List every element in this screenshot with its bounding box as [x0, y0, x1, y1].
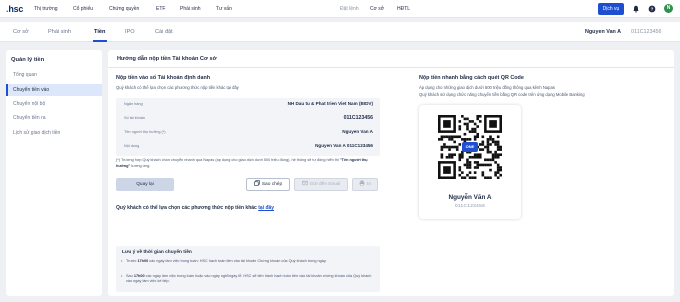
- printer-icon: [359, 180, 365, 186]
- page-title: Hướng dẫn nộp tiền Tài khoản Cơ sở: [117, 56, 217, 62]
- nav-tu-van[interactable]: Tư vấn: [216, 6, 232, 12]
- deposit-guide-panel: Hướng dẫn nộp tiền Tài khoản Cơ sở Nộp t…: [108, 50, 674, 296]
- qr-beneficiary-name: Nguyễn Văn A: [448, 194, 492, 201]
- tab-cai-dat[interactable]: Cài đặt: [155, 29, 173, 35]
- bank-row: Ngân hàng NH Dau tu & Phat trien Viet Na…: [116, 98, 380, 112]
- nav-thi-truong[interactable]: Thị trường: [34, 6, 58, 12]
- bank-label: Ngân hàng: [124, 102, 143, 106]
- content-label: Nội dung: [124, 144, 140, 148]
- bank-value: NH Dau tu & Phat trien Viet Nam (BIDV): [287, 101, 373, 106]
- transfer-time-notice: Lưu ý về thời gian chuyển tiền Trước 17h…: [116, 246, 380, 292]
- tab-co-so[interactable]: Cơ sở: [13, 29, 29, 35]
- sidebar-item-lich-su[interactable]: Lịch sử giao dịch tiền: [6, 127, 102, 139]
- time-notice-before: Trước 17h00 các ngày làm việc trong tuần…: [121, 259, 376, 265]
- print-button[interactable]: In: [352, 178, 378, 191]
- va-section-title: Nộp tiền vào số Tài khoản định danh: [116, 75, 211, 81]
- sidebar-item-chuyen-tien-ra[interactable]: Chuyển tiền ra: [6, 112, 102, 124]
- other-methods-text: Quý khách có thể lựa chọn các phương thứ…: [116, 205, 275, 211]
- qr-bank-badge: ONE: [462, 142, 478, 152]
- sidebar-item-chuyen-noi-bo[interactable]: Chuyển nội bộ: [6, 98, 102, 110]
- napas-note: (*) Trường hợp Quý khách chọn chuyển nha…: [116, 158, 368, 168]
- nav-co-phieu[interactable]: Cổ phiếu: [73, 6, 93, 12]
- sidebar-item-tong-quan[interactable]: Tổng quan: [6, 69, 102, 81]
- copy-button[interactable]: Sao chép: [246, 178, 290, 191]
- mail-icon: [301, 180, 308, 186]
- tab-phai-sinh[interactable]: Phái sinh: [48, 29, 71, 35]
- user-avatar[interactable]: N: [664, 4, 673, 13]
- tab-ipo[interactable]: IPO: [125, 29, 135, 35]
- nav-chung-quyen[interactable]: Chứng quyền: [109, 6, 139, 12]
- account-name: Nguyen Van A: [585, 29, 622, 35]
- qr-section-line1: Áp dụng cho những giao dịch dưới 500 tri…: [419, 85, 555, 90]
- top-navbar: .hsc Thị trường Cổ phiếu Chứng quyền ETF…: [0, 0, 680, 18]
- copy-icon: [254, 180, 260, 186]
- account-value: 011C123456: [343, 115, 373, 121]
- sidebar-item-chuyen-tien-vao[interactable]: Chuyển tiền vào: [6, 84, 102, 96]
- nav-hdtl[interactable]: HĐTL: [397, 6, 410, 12]
- nav-dat-lenh[interactable]: Đặt lệnh: [340, 6, 359, 12]
- va-section-subtitle: Quý khách có thể lựa chọn các phương thứ…: [116, 85, 239, 90]
- bell-icon[interactable]: [632, 5, 640, 13]
- account-number: 011C123456: [631, 29, 662, 35]
- qr-section-title: Nộp tiền nhanh bằng cách quét QR Code: [419, 75, 524, 81]
- account-row: Số tài khoản 011C123456: [116, 112, 380, 126]
- active-tab-indicator: [93, 40, 107, 42]
- title-divider: [108, 67, 674, 68]
- nav-phai-sinh[interactable]: Phái sinh: [180, 6, 201, 12]
- email-button[interactable]: Gửi đến Email: [294, 178, 348, 191]
- account-label: Số tài khoản: [124, 116, 146, 120]
- beneficiary-label: Tên người thụ hưởng (*): [124, 130, 166, 134]
- content-row: Nội dung Nguyen Van A 011C123456: [116, 140, 380, 154]
- bank-info-box: Ngân hàng NH Dau tu & Phat trien Viet Na…: [116, 98, 380, 156]
- beneficiary-row: Tên người thụ hưởng (*) Nguyen Van A: [116, 126, 380, 140]
- money-sidebar: Quản lý tiền Tổng quan Chuyển tiền vào C…: [6, 50, 102, 296]
- back-button[interactable]: Quay lại: [116, 178, 174, 191]
- nav-etf[interactable]: ETF: [156, 6, 165, 12]
- qr-account-number: 011C123456: [454, 204, 486, 209]
- time-notice-after: Sau 17h00 các ngày làm việc trong tuần h…: [121, 274, 376, 285]
- service-button[interactable]: Dịch vụ: [598, 3, 624, 15]
- time-notice-title: Lưu ý về thời gian chuyển tiền: [122, 250, 192, 255]
- sidebar-title: Quản lý tiền: [11, 57, 45, 63]
- svg-text:?: ?: [651, 7, 654, 13]
- qr-section-line2: Quý khách sử dụng chức năng chuyển tiền …: [419, 92, 585, 97]
- hsc-logo[interactable]: .hsc: [6, 4, 23, 14]
- help-icon[interactable]: ?: [648, 5, 656, 13]
- other-methods-link[interactable]: tại đây: [258, 205, 274, 211]
- content-value: Nguyen Van A 011C123456: [315, 143, 373, 148]
- beneficiary-value: Nguyen Van A: [342, 129, 373, 134]
- tab-tien[interactable]: Tiền: [94, 29, 105, 35]
- account-tabs-bar: Cơ sở Phái sinh Tiền IPO Cài đặt: [0, 22, 680, 42]
- nav-co-so[interactable]: Cơ sở: [370, 6, 384, 12]
- qr-card: ONE Nguyễn Văn A 011C123456: [419, 105, 521, 219]
